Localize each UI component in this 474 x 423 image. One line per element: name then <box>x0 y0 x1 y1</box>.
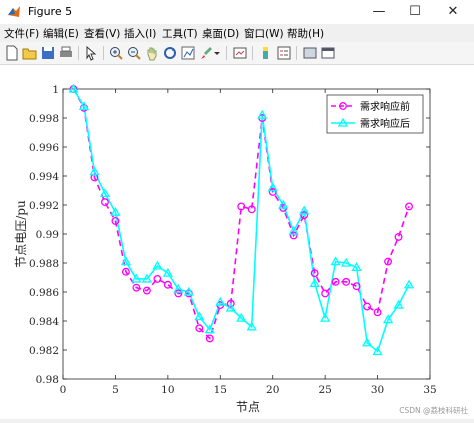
x-tick-label: 25 <box>318 384 331 396</box>
x-tick-label: 5 <box>112 384 119 396</box>
link-plot-icon[interactable] <box>232 45 248 61</box>
menu-desktop[interactable]: 桌面(D) <box>202 26 239 41</box>
zoom-out-icon[interactable] <box>126 45 142 61</box>
menu-file[interactable]: 文件(F) <box>4 26 39 41</box>
close-button[interactable]: ✕ <box>436 0 470 24</box>
y-tick-label: 0.992 <box>29 200 59 212</box>
toolbar-separator <box>103 46 104 60</box>
legend-icon[interactable] <box>276 45 292 61</box>
figure-window: Figure 5 — ☐ ✕ 文件(F) 编辑(E) 查看(V) 插入(I) 工… <box>0 0 474 419</box>
menu-help[interactable]: 帮助(H) <box>287 26 324 41</box>
y-tick-label: 0.988 <box>29 258 59 270</box>
x-tick-label: 15 <box>214 384 227 396</box>
legend-label-before: 需求响应前 <box>360 100 410 113</box>
save-icon[interactable] <box>40 45 56 61</box>
x-tick-label: 20 <box>266 384 279 396</box>
y-tick-label: 0.99 <box>36 229 59 241</box>
menu-edit[interactable]: 编辑(E) <box>43 26 79 41</box>
y-tick-label: 0.996 <box>29 142 59 154</box>
pan-hand-icon[interactable] <box>144 45 160 61</box>
matlab-app-icon <box>8 6 20 17</box>
toolbar-separator <box>252 46 253 60</box>
y-tick-label: 0.984 <box>29 316 59 328</box>
menu-insert[interactable]: 插入(I) <box>124 26 156 41</box>
line-chart: 0.98 0.982 0.984 0.986 0.988 0.99 0.992 0.994 0.… <box>14 83 437 414</box>
menu-window[interactable]: 窗口(W) <box>244 26 284 41</box>
x-axis-label: 节点 <box>236 400 260 414</box>
rotate-3d-icon[interactable] <box>162 45 178 61</box>
data-cursor-icon[interactable] <box>180 45 196 61</box>
maximize-button[interactable]: ☐ <box>398 0 432 24</box>
colorbar-icon[interactable] <box>258 45 274 61</box>
y-tick-label: 0.98 <box>36 374 59 386</box>
toolbar-separator <box>226 46 227 60</box>
open-file-icon[interactable] <box>22 45 38 61</box>
toolbar <box>0 42 474 65</box>
brush-dropdown-icon[interactable] <box>213 45 221 61</box>
new-figure-icon[interactable] <box>4 45 20 61</box>
legend[interactable]: 需求响应前 需求响应后 <box>326 94 424 134</box>
legend-label-after: 需求响应后 <box>360 117 410 130</box>
x-tick-label: 0 <box>60 384 67 396</box>
brush-icon[interactable] <box>198 45 214 61</box>
show-plot-tools-icon[interactable] <box>320 45 336 61</box>
select-arrow-icon[interactable] <box>83 45 99 61</box>
zoom-in-icon[interactable] <box>108 45 124 61</box>
y-tick-label: 0.994 <box>29 171 59 183</box>
watermark: CSDN @荔枝科研社 <box>399 406 468 415</box>
title-bar: Figure 5 — ☐ ✕ <box>0 0 474 24</box>
minimize-button[interactable]: — <box>362 0 396 24</box>
print-icon[interactable] <box>58 45 74 61</box>
toolbar-separator <box>78 46 79 60</box>
menu-view[interactable]: 查看(V) <box>84 26 120 41</box>
y-tick-label: 0.998 <box>29 113 59 125</box>
figure-canvas: 0.98 0.982 0.984 0.986 0.988 0.99 0.992 0.994 0.… <box>0 65 474 419</box>
menu-tools[interactable]: 工具(T) <box>162 26 198 41</box>
window-title: Figure 5 <box>28 5 73 18</box>
x-tick-label: 35 <box>423 384 436 396</box>
menu-bar: 文件(F) 编辑(E) 查看(V) 插入(I) 工具(T) 桌面(D) 窗口(W… <box>0 24 474 41</box>
x-tick-label: 10 <box>161 384 174 396</box>
y-axis-label: 节点电压/pu <box>14 200 28 268</box>
hide-plot-tools-icon[interactable] <box>302 45 318 61</box>
x-tick-label: 30 <box>371 384 384 396</box>
y-tick-label: 1 <box>52 84 59 96</box>
y-tick-label: 0.986 <box>29 287 59 299</box>
y-tick-label: 0.982 <box>29 345 59 357</box>
toolbar-separator <box>296 46 297 60</box>
